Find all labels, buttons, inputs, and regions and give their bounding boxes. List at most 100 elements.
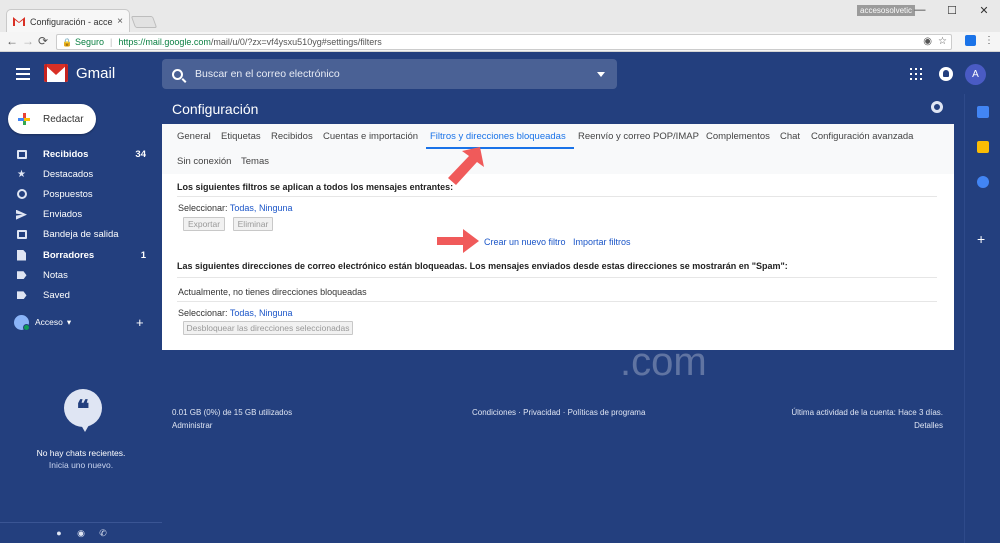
browser-menu-icon[interactable]: ⋮ <box>984 35 994 46</box>
tasks-icon[interactable] <box>977 176 989 188</box>
label-icon <box>16 290 27 301</box>
tab-labels[interactable]: Etiquetas <box>221 131 261 142</box>
tab-forwarding[interactable]: Reenvío y correo POP/IMAP <box>578 131 699 142</box>
chevron-down-icon[interactable]: ▾ <box>67 317 71 328</box>
gear-icon[interactable] <box>931 101 943 113</box>
tab-inbox[interactable]: Recibidos <box>271 131 313 142</box>
blocked-select-row: Seleccionar: Todas, Ninguna <box>178 308 292 318</box>
export-button[interactable]: Exportar <box>183 217 225 231</box>
view-icon[interactable]: ◉ <box>923 36 932 47</box>
phone-icon[interactable]: ✆ <box>97 527 109 539</box>
forward-button[interactable]: → <box>22 34 34 48</box>
minimize-button[interactable]: — <box>904 0 936 20</box>
clock-icon <box>16 189 27 200</box>
hangouts-user-name: Acceso <box>35 317 63 327</box>
gmail-logo-icon[interactable] <box>44 64 68 82</box>
tab-chat[interactable]: Chat <box>780 131 800 142</box>
extension-icon[interactable] <box>965 35 976 46</box>
label-icon <box>16 270 27 281</box>
select-all-link[interactable]: Todas <box>230 308 254 318</box>
tab-themes[interactable]: Temas <box>241 156 269 167</box>
browser-titlebar: Configuración - accesos × accesosolvetic… <box>0 0 1000 33</box>
delete-button[interactable]: Eliminar <box>233 217 273 231</box>
select-all-link[interactable]: Todas <box>230 203 254 213</box>
tab-offline[interactable]: Sin conexión <box>177 156 231 167</box>
url-separator: | <box>110 37 113 47</box>
sidebar-item-drafts[interactable]: Borradores 1 <box>0 245 162 265</box>
keep-icon[interactable] <box>977 141 989 153</box>
import-filters-link[interactable]: Importar filtros <box>573 237 631 247</box>
legal-links[interactable]: Condiciones · Privacidad · Políticas de … <box>472 408 645 417</box>
tab-addons[interactable]: Complementos <box>706 131 770 142</box>
blocked-heading: Las siguientes direcciones de correo ele… <box>177 261 788 271</box>
person-icon[interactable]: ● <box>53 527 65 539</box>
tab-filters[interactable]: Filtros y direcciones bloqueadas <box>430 131 566 142</box>
sidebar-item-starred[interactable]: ★ Destacados <box>0 164 162 184</box>
new-chat-plus-icon[interactable]: + <box>136 315 144 330</box>
browser-toolbar: ← → ⟳ 🔒 Seguro | https://mail.google.com… <box>0 32 1000 52</box>
sidebar-item-snoozed[interactable]: Pospuestos <box>0 184 162 204</box>
divider <box>177 196 937 197</box>
chat-quote-icon: ❝ <box>64 389 102 432</box>
sidebar-item-outbox[interactable]: Bandeja de salida <box>0 225 162 245</box>
no-chats-title: No hay chats recientes. <box>36 448 126 458</box>
sidebar-item-label: Bandeja de salida <box>43 229 119 241</box>
account-avatar[interactable]: A <box>965 64 986 85</box>
filters-select-row: Seleccionar: Todas, Ninguna <box>178 203 292 213</box>
sidebar-item-sent[interactable]: Enviados <box>0 205 162 225</box>
sidebar-item-label: Recibidos <box>43 148 89 160</box>
tab-close-icon[interactable]: × <box>117 16 123 27</box>
select-label: Seleccionar: <box>178 308 228 318</box>
main-menu-icon[interactable] <box>16 68 30 80</box>
search-icon[interactable] <box>172 68 183 80</box>
unread-count: 34 <box>135 148 146 160</box>
search-options-icon[interactable] <box>597 72 605 77</box>
calendar-icon[interactable] <box>977 106 989 118</box>
divider <box>177 301 937 302</box>
sidebar-item-saved[interactable]: Saved <box>0 285 162 305</box>
annotation-arrow-icon <box>437 229 479 253</box>
apps-grid-icon[interactable] <box>910 68 922 80</box>
sidebar-item-notas[interactable]: Notas <box>0 265 162 285</box>
add-addon-plus-icon[interactable]: + <box>977 231 985 247</box>
chat-tabs: ● ◉ ✆ <box>0 522 162 543</box>
inbox-icon <box>16 149 27 160</box>
select-separator: , <box>253 308 257 318</box>
divider <box>177 277 937 278</box>
select-none-link[interactable]: Ninguna <box>259 308 293 318</box>
notifications-icon[interactable] <box>939 67 953 81</box>
unblock-button[interactable]: Desbloquear las direcciones seleccionada… <box>183 321 353 335</box>
sidebar-item-inbox[interactable]: Recibidos 34 <box>0 144 162 164</box>
select-label: Seleccionar: <box>178 203 228 213</box>
hangouts-icon[interactable]: ◉ <box>75 527 87 539</box>
close-window-button[interactable]: ✕ <box>968 0 1000 20</box>
outbox-icon <box>16 229 27 240</box>
manage-storage-link[interactable]: Administrar <box>172 421 212 430</box>
tab-general[interactable]: General <box>177 131 211 142</box>
search-input[interactable]: Buscar en el correo electrónico <box>162 59 617 89</box>
maximize-button[interactable]: ☐ <box>936 0 968 20</box>
star-icon: ★ <box>17 168 26 180</box>
send-icon <box>16 209 27 220</box>
filters-heading: Los siguientes filtros se aplican a todo… <box>177 182 454 192</box>
compose-button[interactable]: Redactar <box>8 104 96 134</box>
bookmark-star-icon[interactable]: ☆ <box>938 36 947 47</box>
compose-label: Redactar <box>43 113 84 125</box>
select-none-link[interactable]: Ninguna <box>259 203 293 213</box>
address-bar[interactable]: 🔒 Seguro | https://mail.google.com /mail… <box>56 34 952 50</box>
start-chat-link[interactable]: Inicia uno nuevo. <box>0 459 162 471</box>
hangouts-user[interactable]: Acceso ▾ <box>14 314 154 331</box>
details-link[interactable]: Detalles <box>914 421 943 430</box>
tab-accounts[interactable]: Cuentas e importación <box>323 131 418 142</box>
browser-tab[interactable]: Configuración - accesos × <box>6 9 130 33</box>
create-filter-link[interactable]: Crear un nuevo filtro <box>484 237 566 247</box>
sidebar-item-label: Enviados <box>43 209 83 221</box>
app-name[interactable]: Gmail <box>76 65 115 82</box>
secure-label: Seguro <box>74 37 104 47</box>
tab-advanced[interactable]: Configuración avanzada <box>811 131 913 142</box>
no-chats-message: No hay chats recientes. Inicia uno nuevo… <box>0 447 162 471</box>
reload-button[interactable]: ⟳ <box>38 34 48 48</box>
back-button[interactable]: ← <box>6 34 18 48</box>
annotation-arrow-icon <box>448 147 484 185</box>
new-tab-button[interactable] <box>130 16 158 28</box>
